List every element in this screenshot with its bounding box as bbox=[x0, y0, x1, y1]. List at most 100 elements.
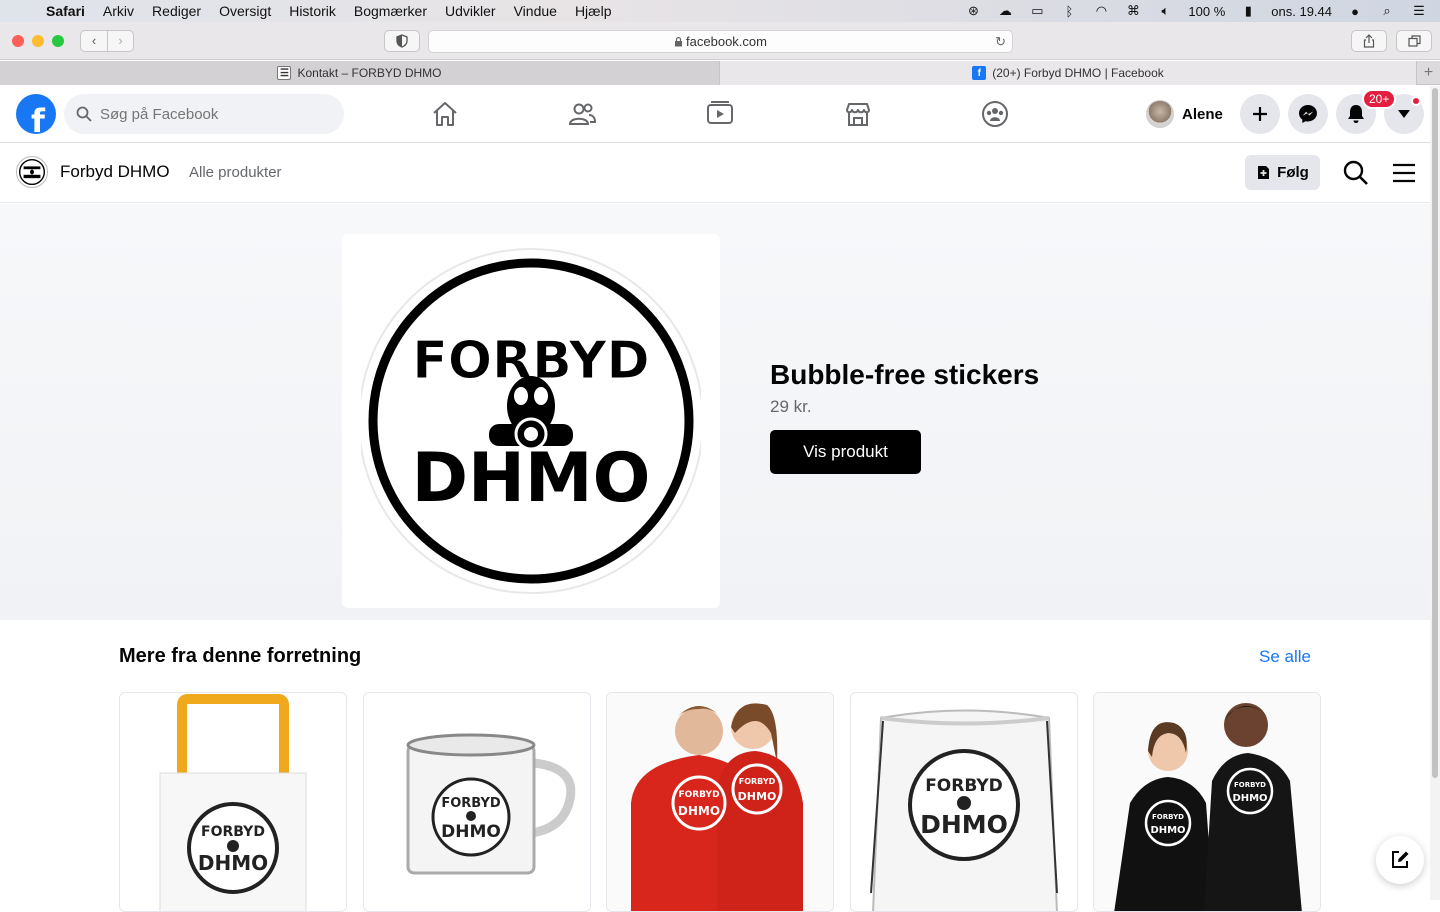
nav-groups[interactable] bbox=[975, 94, 1015, 134]
product-card-hoodies[interactable]: FORBYD DHMO FORBYD DHMO bbox=[606, 692, 834, 912]
scrollbar-thumb[interactable] bbox=[1432, 88, 1438, 778]
svg-text:DHMO: DHMO bbox=[738, 790, 777, 803]
mug-image: FORBYD DHMO bbox=[406, 733, 576, 875]
avatar bbox=[1146, 100, 1174, 128]
url-text: facebook.com bbox=[686, 34, 767, 49]
control-center-icon[interactable]: ☰ bbox=[1410, 3, 1428, 18]
tabs-icon bbox=[1407, 35, 1421, 47]
battery-icon[interactable]: ▮ bbox=[1239, 3, 1257, 18]
share-icon bbox=[1363, 34, 1375, 48]
tshirts-image: FORBYD DHMO FORBYD DHMO bbox=[1094, 693, 1320, 911]
nav-home[interactable] bbox=[425, 94, 465, 134]
tab-overview-button[interactable] bbox=[1396, 30, 1432, 52]
volume-icon[interactable]: 🔈︎ bbox=[1156, 3, 1174, 18]
all-products-link[interactable]: Alle produkter bbox=[189, 164, 282, 181]
tab-label: Kontakt – FORBYD DHMO bbox=[297, 66, 442, 80]
facebook-logo-icon[interactable]: f bbox=[16, 94, 56, 134]
groups-icon bbox=[982, 101, 1008, 127]
user-icon[interactable]: ● bbox=[1346, 4, 1364, 19]
back-button[interactable]: ‹ bbox=[81, 31, 107, 51]
messenger-button[interactable] bbox=[1288, 94, 1328, 134]
keyboard-icon[interactable]: ⌘ bbox=[1124, 3, 1142, 18]
creative-cloud-icon[interactable]: ⊛ bbox=[964, 3, 982, 18]
svg-text:FORBYD: FORBYD bbox=[678, 790, 719, 800]
nav-marketplace[interactable] bbox=[838, 94, 878, 134]
product-card-drawstring-bag[interactable]: FORBYD DHMO bbox=[850, 692, 1078, 912]
cloud-icon[interactable]: ☁ bbox=[996, 3, 1014, 18]
tab-kontakt[interactable]: ☰ Kontakt – FORBYD DHMO bbox=[0, 61, 720, 85]
svg-text:FORBYD: FORBYD bbox=[1234, 781, 1266, 789]
svg-text:FORBYD: FORBYD bbox=[1152, 813, 1184, 821]
product-image[interactable]: FORBYD DHMO bbox=[342, 234, 720, 608]
search-input[interactable] bbox=[100, 105, 320, 123]
hamburger-menu-icon[interactable] bbox=[1392, 162, 1416, 184]
menu-bogmaerker[interactable]: Bogmærker bbox=[354, 3, 427, 19]
product-card-tote-bag[interactable]: FORBYD DHMO bbox=[119, 692, 347, 912]
view-product-button[interactable]: Vis produkt bbox=[770, 430, 921, 474]
new-tab-button[interactable]: + bbox=[1417, 61, 1440, 85]
privacy-report-button[interactable] bbox=[384, 30, 420, 52]
video-icon bbox=[707, 101, 733, 124]
forward-button[interactable]: › bbox=[107, 30, 133, 51]
menu-arkiv[interactable]: Arkiv bbox=[103, 3, 134, 19]
menu-vindue[interactable]: Vindue bbox=[514, 3, 557, 19]
product-card-tshirts[interactable]: FORBYD DHMO FORBYD DHMO bbox=[1093, 692, 1321, 912]
compose-icon bbox=[1392, 851, 1409, 868]
menu-udvikler[interactable]: Udvikler bbox=[445, 3, 496, 19]
menu-app-name[interactable]: Safari bbox=[46, 3, 85, 19]
caret-down-icon bbox=[1398, 110, 1410, 118]
facebook-header: f Alene bbox=[0, 86, 1430, 143]
menu-hjaelp[interactable]: Hjælp bbox=[575, 3, 612, 19]
bluetooth-icon[interactable]: ᛒ bbox=[1060, 4, 1078, 19]
profile-button[interactable]: Alene bbox=[1146, 98, 1223, 130]
menu-rediger[interactable]: Rediger bbox=[152, 3, 201, 19]
svg-text:DHMO: DHMO bbox=[678, 804, 720, 818]
airplay-icon[interactable]: ▭ bbox=[1028, 3, 1046, 18]
account-alert-dot bbox=[1411, 96, 1421, 106]
page-scrollbar[interactable] bbox=[1430, 86, 1440, 900]
svg-text:DHMO: DHMO bbox=[1150, 825, 1185, 836]
address-bar[interactable]: facebook.com ↻ bbox=[428, 30, 1013, 53]
share-button[interactable] bbox=[1351, 30, 1387, 52]
battery-percent: 100 % bbox=[1188, 3, 1226, 19]
notification-badge: 20+ bbox=[1362, 89, 1397, 109]
menu-historik[interactable]: Historik bbox=[289, 3, 336, 19]
svg-text:DHMO: DHMO bbox=[1232, 793, 1267, 804]
product-price: 29 kr. bbox=[770, 397, 812, 416]
tote-bag-image: FORBYD DHMO bbox=[159, 694, 307, 911]
status-area: ⊛ ☁ ▭ ᛒ ◠ ⌘ 🔈︎ 100 % ▮ ons. 19.44 ● ⌕ ☰ bbox=[964, 3, 1440, 19]
search-icon[interactable] bbox=[1343, 160, 1369, 186]
wifi-icon[interactable]: ◠ bbox=[1092, 3, 1110, 18]
forbyd-dhmo-logo-icon bbox=[18, 158, 46, 186]
tab-label: (20+) Forbyd DHMO | Facebook bbox=[992, 66, 1164, 80]
minimize-window-button[interactable] bbox=[32, 34, 44, 47]
sticker-text-bottom: DHMO bbox=[412, 439, 651, 518]
shop-logo[interactable] bbox=[16, 156, 48, 188]
nav-watch[interactable] bbox=[700, 94, 740, 134]
svg-text:FORBYD: FORBYD bbox=[925, 776, 1003, 796]
facebook-search[interactable] bbox=[64, 94, 344, 134]
see-all-link[interactable]: Se alle bbox=[1259, 647, 1311, 667]
product-card-mug[interactable]: FORBYD DHMO bbox=[363, 692, 591, 912]
nav-friends[interactable] bbox=[562, 94, 602, 134]
new-message-button[interactable] bbox=[1376, 836, 1424, 884]
create-button[interactable] bbox=[1240, 94, 1280, 134]
close-window-button[interactable] bbox=[12, 34, 24, 47]
tab-bar: ☰ Kontakt – FORBYD DHMO f (20+) Forbyd D… bbox=[0, 61, 1440, 85]
featured-product: FORBYD DHMO Bubble-free stickers 29 kr. … bbox=[0, 204, 1430, 620]
friends-icon bbox=[568, 103, 596, 125]
bell-icon bbox=[1348, 105, 1364, 123]
clock[interactable]: ons. 19.44 bbox=[1271, 4, 1332, 19]
shop-name[interactable]: Forbyd DHMO bbox=[60, 162, 170, 182]
tab-facebook[interactable]: f (20+) Forbyd DHMO | Facebook bbox=[720, 61, 1417, 85]
follow-button[interactable]: Følg bbox=[1245, 155, 1320, 190]
zoom-window-button[interactable] bbox=[52, 34, 64, 47]
reload-icon[interactable]: ↻ bbox=[995, 34, 1006, 50]
shield-icon bbox=[396, 34, 408, 48]
lock-icon bbox=[675, 36, 683, 47]
drawstring-bag-image: FORBYD DHMO bbox=[870, 709, 1058, 911]
menu-oversigt[interactable]: Oversigt bbox=[219, 3, 271, 19]
product-title: Bubble-free stickers bbox=[770, 359, 1040, 390]
follow-label: Følg bbox=[1277, 164, 1309, 181]
spotlight-icon[interactable]: ⌕ bbox=[1378, 3, 1396, 18]
